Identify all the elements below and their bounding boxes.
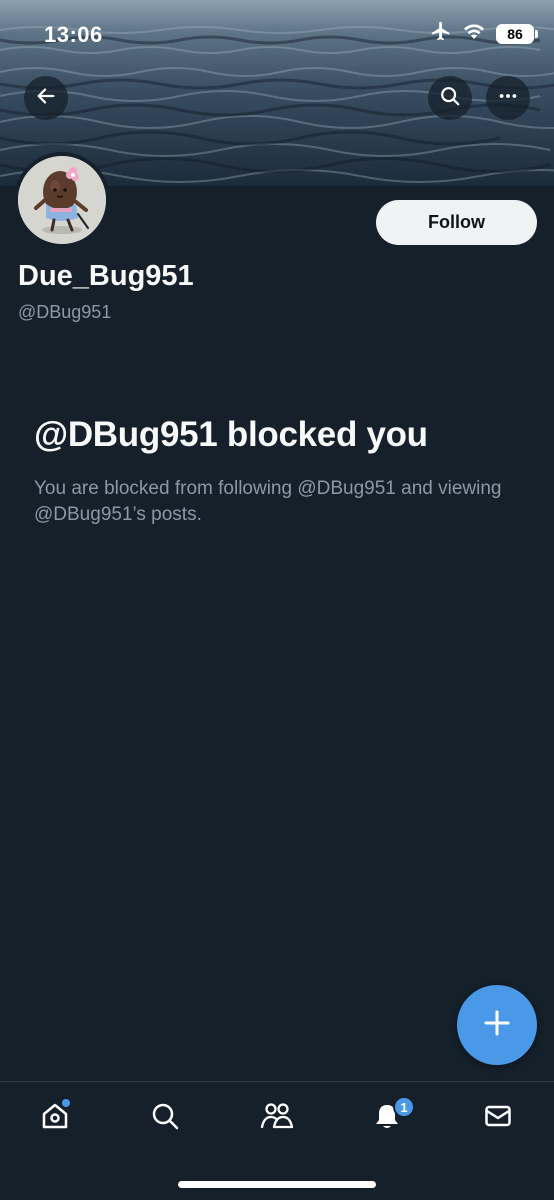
display-name: Due_Bug951 [18,260,194,292]
nav-messages[interactable] [473,1096,523,1140]
people-icon [260,1101,294,1136]
airplane-icon [430,20,452,47]
status-icons: 86 [430,20,538,47]
nav-search[interactable] [140,1096,190,1140]
avatar-image [18,156,106,244]
wifi-icon [462,21,486,46]
blocked-description: You are blocked from following @DBug951 … [34,478,502,525]
plus-icon [482,1008,512,1043]
status-time: 13:06 [44,22,103,47]
more-options-button[interactable] [486,76,530,120]
more-horizontal-icon [497,85,519,112]
battery-indicator: 86 [496,23,538,44]
user-handle: @DBug951 [18,302,112,322]
search-button[interactable] [428,76,472,120]
search-icon [150,1101,180,1136]
home-unread-dot [62,1099,70,1107]
nav-notifications[interactable]: 1 [362,1096,415,1140]
mail-icon [483,1101,513,1136]
notification-badge: 1 [393,1096,415,1118]
nav-communities[interactable] [252,1096,302,1140]
follow-button[interactable]: Follow [376,200,537,245]
search-icon [439,85,461,112]
back-button[interactable] [24,76,68,120]
arrow-left-icon [35,85,57,112]
avatar[interactable] [14,152,110,248]
battery-level: 86 [507,25,523,42]
blocked-title: @DBug951 blocked you [34,415,428,454]
compose-post-button[interactable] [457,985,537,1065]
avatar-illustration [18,156,106,244]
home-indicator-bar[interactable] [178,1181,376,1188]
status-bar: 13:06 86 [0,0,554,70]
profile-screen: 13:06 86 Follow Due_Bug951 @DBug951 @DBu… [0,0,554,1200]
nav-home[interactable] [30,1096,80,1140]
